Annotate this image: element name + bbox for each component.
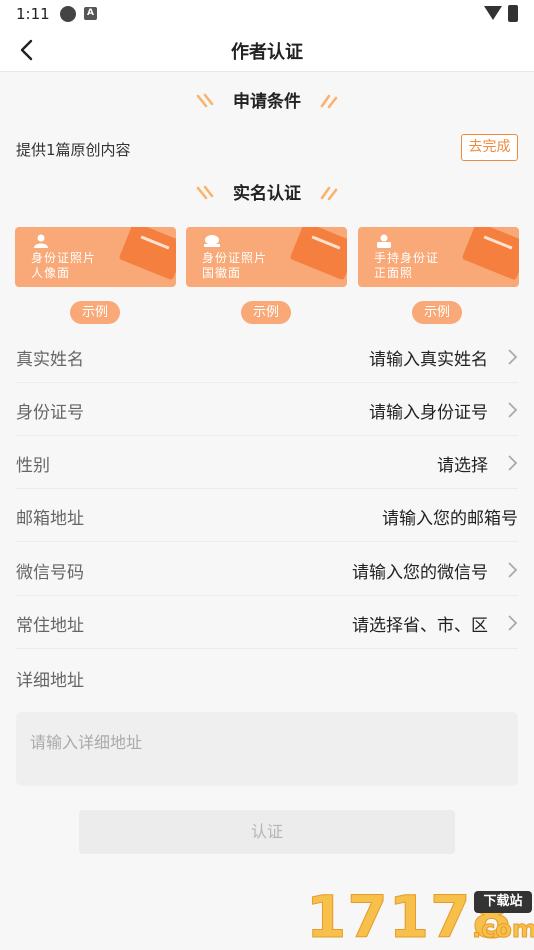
- example-button-id-front[interactable]: 示例: [70, 301, 120, 324]
- detail-address-textarea[interactable]: 请输入详细地址: [16, 712, 518, 786]
- row-label: 身份证号: [16, 403, 84, 423]
- card-subtitle: 人像面: [31, 266, 71, 280]
- form-row-wechat[interactable]: 微信号码 请输入您的微信号: [16, 543, 518, 596]
- card-decoration: [118, 227, 176, 281]
- row-label: 邮箱地址: [16, 509, 84, 529]
- submit-verify-button[interactable]: 认证: [79, 810, 455, 854]
- condition-row: 提供1篇原创内容 去完成: [16, 134, 518, 162]
- card-decoration: [289, 227, 347, 281]
- gender-select[interactable]: 请选择: [437, 451, 488, 476]
- form-row-email[interactable]: 邮箱地址 请输入您的邮箱号: [16, 489, 518, 542]
- row-label: 性别: [16, 456, 50, 476]
- decoration-slash-icon: [320, 186, 338, 201]
- decoration-slash-icon: [196, 185, 214, 200]
- card-subtitle: 正面照: [374, 266, 414, 280]
- decoration-slash-icon: [320, 94, 338, 109]
- chevron-right-icon: [508, 349, 518, 365]
- id-number-input[interactable]: 请输入身份证号: [369, 398, 488, 423]
- page-title: 作者认证: [231, 42, 303, 63]
- emblem-icon: [204, 235, 220, 247]
- wifi-icon: [484, 6, 502, 20]
- verification-title-text: 实名认证: [233, 184, 301, 204]
- battery-icon: [508, 5, 518, 22]
- watermark-logo: 17178 下载站 .com: [306, 884, 534, 950]
- form-row-gender[interactable]: 性别 请选择: [16, 436, 518, 489]
- form-row-id-number[interactable]: 身份证号 请输入身份证号: [16, 383, 518, 436]
- chevron-right-icon: [508, 562, 518, 578]
- form-row-real-name[interactable]: 真实姓名 请输入真实姓名: [16, 330, 518, 383]
- upload-id-back-card[interactable]: 身份证照片 国徽面: [186, 227, 347, 287]
- conditions-title-text: 申请条件: [233, 92, 301, 112]
- go-complete-button[interactable]: 去完成: [461, 134, 518, 161]
- upload-id-front-card[interactable]: 身份证照片 人像面: [15, 227, 176, 287]
- watermark-badge: 下载站: [474, 891, 532, 913]
- detail-address-label: 详细地址: [16, 671, 84, 691]
- chevron-right-icon: [508, 615, 518, 631]
- status-bar: 1:11 A: [0, 0, 534, 28]
- chevron-right-icon: [508, 402, 518, 418]
- row-label: 真实姓名: [16, 350, 84, 370]
- row-label: 微信号码: [16, 563, 84, 583]
- wechat-input[interactable]: 请输入您的微信号: [352, 558, 488, 583]
- card-subtitle: 国徽面: [202, 266, 242, 280]
- conditions-section-title: 申请条件: [0, 89, 534, 115]
- email-input[interactable]: 请输入您的邮箱号: [382, 504, 518, 529]
- decoration-slash-icon: [196, 93, 214, 108]
- detail-address-placeholder: 请输入详细地址: [30, 733, 143, 752]
- region-select[interactable]: 请选择省、市、区: [352, 611, 488, 636]
- real-name-input[interactable]: 请输入真实姓名: [369, 345, 488, 370]
- upload-hand-id-card[interactable]: 手持身份证 正面照: [358, 227, 519, 287]
- example-button-hand-id[interactable]: 示例: [412, 301, 462, 324]
- verification-section-title: 实名认证: [0, 181, 534, 207]
- chevron-right-icon: [508, 455, 518, 471]
- person-icon: [34, 234, 48, 248]
- status-time: 1:11: [16, 5, 50, 23]
- example-button-id-back[interactable]: 示例: [241, 301, 291, 324]
- condition-text: 提供1篇原创内容: [16, 141, 131, 159]
- nav-bar: 作者认证: [0, 28, 534, 72]
- card-decoration: [461, 227, 519, 281]
- row-label: 常住地址: [16, 616, 84, 636]
- watermark-suffix: .com: [472, 915, 534, 944]
- form-row-address[interactable]: 常住地址 请选择省、市、区: [16, 596, 518, 649]
- hand-id-icon: [377, 234, 391, 248]
- status-a-icon: A: [84, 7, 97, 20]
- status-app-icon: [60, 6, 76, 22]
